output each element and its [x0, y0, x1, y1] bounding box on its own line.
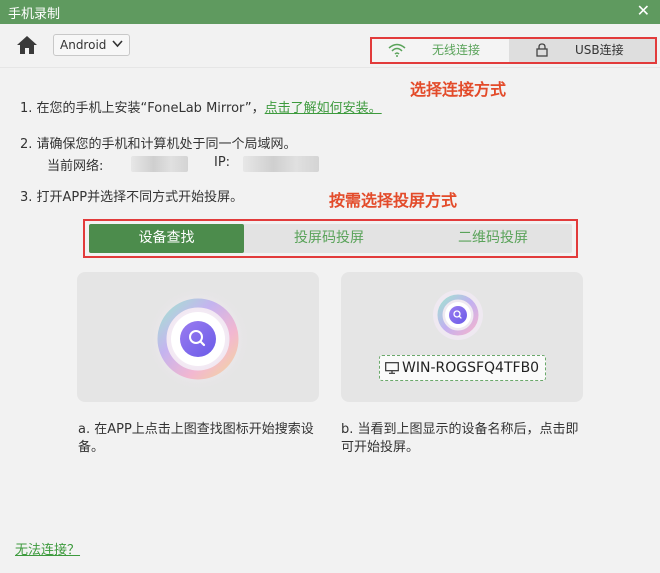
tab-usb-label: USB连接 — [575, 43, 624, 57]
device-found-card: WIN-ROGSFQ4TFB0 — [341, 272, 583, 402]
monitor-icon — [385, 362, 399, 374]
network-label: 当前网络: — [47, 159, 104, 174]
install-help-link[interactable]: 点击了解如何安装。 — [265, 101, 382, 116]
home-icon[interactable] — [16, 35, 38, 55]
ip-value-redacted — [243, 156, 319, 172]
caption-device-search: a. 在APP上点击上图查找图标开始搜索设备。 — [78, 422, 314, 455]
step-1-text: 1. 在您的手机上安装“FoneLab Mirror”， — [20, 101, 265, 116]
mirror-mode-tabs: 设备查找 投屏码投屏 二维码投屏 — [89, 224, 572, 253]
step-3: 3. 打开APP并选择不同方式开始投屏。 — [20, 190, 244, 205]
device-name-text: WIN-ROGSFQ4TFB0 — [402, 360, 540, 376]
cant-connect-link[interactable]: 无法连接？ — [15, 539, 80, 558]
chevron-down-icon — [112, 40, 123, 48]
device-search-card — [77, 272, 319, 402]
network-value-redacted — [131, 156, 188, 172]
tab-qr-code[interactable]: 二维码投屏 — [414, 224, 572, 253]
step-2: 2. 请确保您的手机和计算机处于同一个局域网。 — [20, 137, 297, 152]
device-name-button[interactable]: WIN-ROGSFQ4TFB0 — [379, 355, 546, 381]
tab-mirror-code[interactable]: 投屏码投屏 — [249, 224, 409, 253]
lock-icon — [536, 43, 548, 57]
mirror-mode-frame: 设备查找 投屏码投屏 二维码投屏 — [83, 219, 578, 258]
tab-usb[interactable]: USB连接 — [509, 39, 655, 62]
tab-wireless-label: 无线连接 — [432, 43, 481, 57]
caption-device-found: b. 当看到上图显示的设备名称后，点击即可开始投屏。 — [341, 422, 579, 455]
annotation-mirror-mode: 按需选择投屏方式 — [329, 191, 458, 210]
step-1: 1. 在您的手机上安装“FoneLab Mirror”，点击了解如何安装。 — [20, 97, 382, 116]
wifi-icon — [388, 43, 406, 57]
platform-dropdown[interactable]: Android — [53, 34, 130, 56]
window-title: 手机录制 — [8, 7, 61, 22]
tab-wireless[interactable]: 无线连接 — [372, 39, 509, 62]
title-bar: 手机录制 ✕ — [0, 0, 660, 24]
search-icon — [180, 321, 216, 357]
connection-toggle: 无线连接 USB连接 — [370, 37, 657, 64]
close-icon[interactable]: ✕ — [637, 2, 650, 20]
annotation-connection: 选择连接方式 — [410, 80, 507, 99]
ip-label: IP: — [214, 155, 231, 170]
platform-value: Android — [60, 38, 107, 52]
tab-device-search[interactable]: 设备查找 — [89, 224, 244, 253]
found-illustration — [433, 290, 483, 340]
search-illustration — [146, 287, 250, 391]
